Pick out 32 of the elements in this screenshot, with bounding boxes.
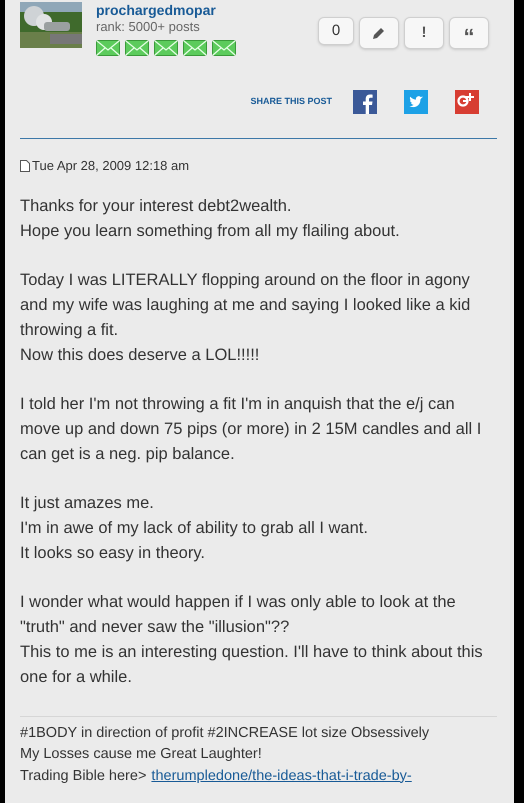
twitter-icon[interactable]	[404, 90, 428, 114]
share-label: SHARE THIS POST	[250, 95, 332, 108]
envelope-icon	[212, 40, 236, 56]
like-count-button[interactable]: 0	[318, 17, 354, 45]
envelope-icon	[125, 40, 149, 56]
edit-button[interactable]	[359, 17, 399, 49]
post-date: Tue Apr 28, 2009 12:18 am	[32, 157, 190, 175]
envelope-icon	[154, 40, 178, 56]
post-text: Now this does deserve a LOL!!!!!	[20, 344, 260, 366]
post-text: I wonder what would happen if I was only able to look at the "truth" and never saw the "illusion"??	[20, 592, 457, 638]
envelope-icon	[183, 40, 207, 56]
post-text: I'm in awe of my lack of ability to grab all I want.	[20, 518, 369, 538]
signature-text: #1BODY in direction of profit #2INCREASE lot size Obsessively	[20, 724, 430, 742]
rank-text: rank: 5000+ posts	[96, 18, 201, 36]
post-text: It just amazes me.	[20, 492, 155, 514]
post-text: Today I was LITERALLY flopping around on the floor in agony and my wife was laughing at me and saying I looked like a kid throwing a fit.	[20, 270, 472, 340]
post-text: It looks so easy in theory.	[20, 542, 206, 564]
signature-text: My Losses cause me Great Laughter!	[20, 745, 263, 764]
post-text: I told her I'm not throwing a fit I'm in anquish that the e/j can move up and down 75 pips (or more) in 2 15M candles and all I can get is a neg. pip balance.	[20, 394, 482, 464]
envelope-icon	[96, 40, 120, 56]
facebook-icon[interactable]	[353, 90, 377, 114]
post-text: Hope you learn something from all my flailing about.	[20, 220, 401, 242]
quote-button[interactable]: “	[449, 17, 489, 49]
report-button[interactable]: !	[404, 17, 444, 49]
document-icon	[20, 160, 30, 172]
post-text: Thanks for your interest debt2wealth.	[20, 196, 292, 216]
pencil-icon	[372, 26, 386, 40]
google-plus-icon[interactable]	[455, 90, 479, 114]
signature-text: Trading Bible here>	[20, 766, 146, 786]
post-text: This to me is an interesting question. I'll have to think about this one for a while.	[20, 642, 484, 688]
signature-link[interactable]: therumpledone/the-ideas-that-i-trade-by-	[151, 766, 412, 787]
username-link[interactable]: prochargedmopar	[96, 2, 236, 18]
